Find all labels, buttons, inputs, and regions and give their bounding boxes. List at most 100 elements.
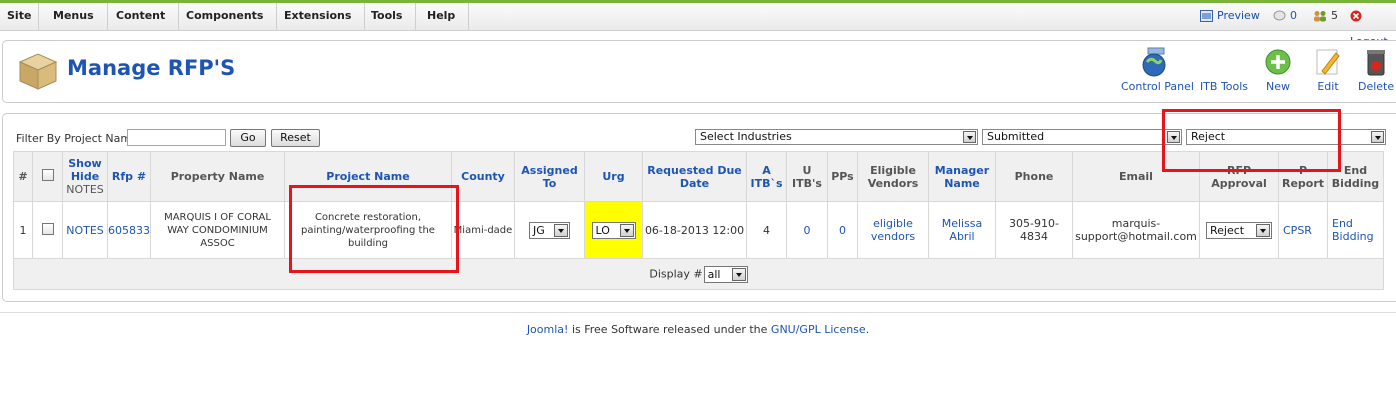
approval-select[interactable]: Reject [1206,221,1272,239]
display-count-select[interactable]: all [703,265,748,283]
preview-label: Preview [1217,9,1260,22]
row-due-date: 06-18-2013 12:00 [642,201,747,259]
license-link[interactable]: GNU/GPL License [771,323,866,336]
chevron-down-icon [554,223,568,237]
menu-content[interactable]: Content [103,3,180,30]
col-a-itbs[interactable]: A ITB`s [746,151,787,202]
row-email: marquis-support@hotmail.com [1072,201,1200,259]
row-notes-link[interactable]: NOTES [62,201,108,259]
users-online[interactable]: 5 [1313,3,1338,30]
approval-label-2: Approval [1211,176,1267,190]
users-icon [1314,11,1326,22]
eligible-label-1: Eligible [870,163,916,177]
row-urg[interactable]: LO [584,201,643,259]
delete-label: Delete [1358,80,1395,93]
menu-tools[interactable]: Tools [358,3,417,30]
menu-components[interactable]: Components [173,3,278,30]
col-assigned[interactable]: Assigned To [514,151,585,202]
col-manager[interactable]: Manager Name [928,151,996,202]
col-property: Property Name [150,151,285,202]
menu-menus[interactable]: Menus [40,3,108,30]
row-eligible-vendors-link[interactable]: eligible vendors [857,201,929,259]
row-approval[interactable]: Reject [1199,201,1279,259]
filter-project-input[interactable] [127,129,226,146]
col-pps: PPs [827,151,858,202]
approval-value: Reject [1210,223,1245,237]
due-label-2: Date [679,176,710,190]
chevron-down-icon [963,131,976,143]
col-due-date[interactable]: Requested Due Date [642,151,747,202]
box-icon [18,53,58,90]
col-urg[interactable]: Urg [584,151,643,202]
row-assigned[interactable]: JG [514,201,585,259]
approval-filter-highlight [1162,109,1341,172]
new-label: New [1266,80,1290,93]
row-property: MARQUIS I OF CORAL WAY CONDOMINIUM ASSOC [150,201,285,259]
show-hide-label-1: Show [68,157,102,170]
reset-button[interactable]: Reset [271,129,320,147]
col-show-hide[interactable]: Show Hide NOTES [62,151,108,202]
row-manager-link[interactable]: Melissa Abril [928,201,996,259]
menu-help[interactable]: Help [414,3,470,30]
industries-select[interactable]: Select Industries [695,129,978,145]
logout-link[interactable]: Logout [1350,3,1396,48]
control-panel-icon [1142,47,1166,77]
page-title: Manage RFP'S [67,56,236,80]
itb-tools-button[interactable]: ITB Tools [1198,47,1250,93]
footer-dot: . [865,323,870,336]
row-u-itbs[interactable]: 0 [786,201,828,259]
chevron-down-icon [1256,223,1270,237]
edit-label: Edit [1317,80,1339,93]
manager-label-1: Manager [934,163,990,177]
end-label-2: Bidding [1331,176,1380,190]
col-rfp[interactable]: Rfp # [107,151,151,202]
joomla-link[interactable]: Joomla! [527,323,569,336]
row-select[interactable] [32,201,63,259]
preview-icon [1200,10,1213,22]
new-button[interactable]: New [1262,47,1294,93]
row-report-link[interactable]: CPSR [1278,201,1328,259]
chevron-down-icon [731,267,746,281]
row-rfp-link[interactable]: 605833 [107,201,151,259]
col-county[interactable]: County [451,151,515,202]
property-line-1: MARQUIS I OF CORAL [164,211,271,223]
top-menubar: Site Menus Content Components Extensions… [0,0,1396,48]
row-pps[interactable]: 0 [827,201,858,259]
report-label-2: Report [1281,176,1325,190]
property-line-3: ASSOC [200,237,235,249]
col-select-all[interactable] [32,151,63,202]
control-panel-button[interactable]: Control Panel [1121,47,1194,93]
a-itb-label-1: A [762,163,771,177]
eligible-line-2: vendors [870,230,916,243]
preview-link[interactable]: Preview [1200,3,1260,30]
end-line-1: End [1332,217,1353,230]
email-line-2: support@hotmail.com [1075,230,1197,243]
u-itb-label-2: ITB's [792,176,822,190]
edit-icon [1316,49,1340,75]
row-phone: 305-910-4834 [995,201,1073,259]
menu-extensions[interactable]: Extensions [271,3,366,30]
urg-select[interactable]: LO [591,221,636,239]
row-checkbox[interactable] [41,222,54,235]
select-all-checkbox[interactable] [41,169,54,181]
col-phone: Phone [995,151,1073,202]
delete-button[interactable]: Delete [1358,47,1394,93]
display-count-value: all [707,267,721,281]
row-county: Miami-dade [451,201,515,259]
edit-button[interactable]: Edit [1311,47,1345,93]
eligible-line-1: eligible [873,217,913,230]
new-icon [1265,49,1291,75]
menu-site[interactable]: Site [0,3,40,30]
status-select[interactable]: Submitted [982,129,1182,145]
assigned-select[interactable]: JG [529,221,570,239]
u-itb-label-1: U [802,163,812,177]
messages-link[interactable]: 0 [1273,3,1297,30]
row-end-bidding-link[interactable]: End Bidding [1327,201,1384,259]
itb-tools-label: ITB Tools [1199,80,1249,93]
go-button[interactable]: Go [230,129,266,147]
manager-line-1: Melissa [941,217,983,230]
project-name-highlight [289,185,459,273]
end-label-1: End [1343,163,1368,177]
col-u-itbs: U ITB's [786,151,828,202]
itb-tools-icon [1198,47,1250,77]
